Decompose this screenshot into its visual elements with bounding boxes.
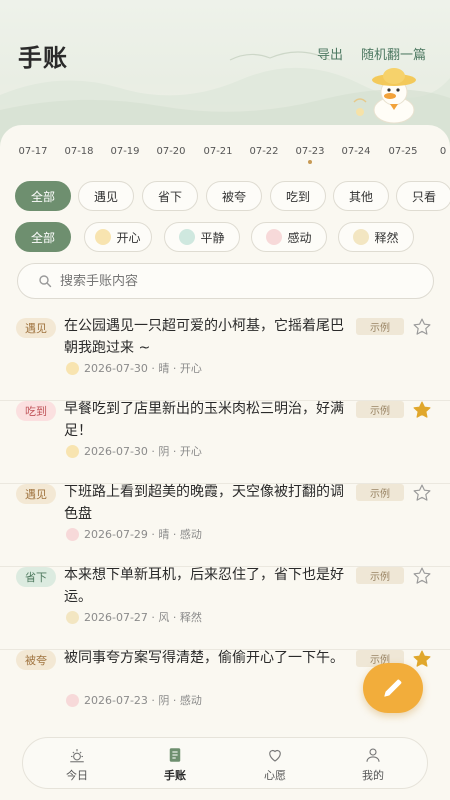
date-item[interactable]: 07-21 <box>195 146 241 157</box>
entry-text: 本来想下单新耳机，后来忍住了，省下也是好运。 <box>64 567 344 605</box>
example-badge: 示例 <box>356 567 404 584</box>
journal-entry[interactable]: 吃到 早餐吃到了店里新出的玉米肉松三明治，好满足！ 2026-07-30 · 阴… <box>0 401 450 484</box>
example-badge: 示例 <box>356 318 404 335</box>
entry-text: 下班路上看到超美的晚霞，天空像被打翻的调色盘 <box>64 484 344 522</box>
page-title: 手账 <box>18 44 68 72</box>
mood-chip-calm[interactable]: 平静 <box>164 222 240 252</box>
journal-entry[interactable]: 遇见 下班路上看到超美的晚霞，天空像被打翻的调色盘 2026-07-29 · 晴… <box>0 484 450 567</box>
category-chip-all[interactable]: 全部 <box>15 181 71 211</box>
relieved-face-icon <box>66 610 79 624</box>
category-chip[interactable]: 遇见 <box>78 181 134 211</box>
date-item-selected[interactable]: 07-23 <box>287 146 333 157</box>
category-filter-row: 全部 遇见 省下 被夸 吃到 其他 只看 <box>0 181 450 213</box>
category-chip[interactable]: 其他 <box>333 181 389 211</box>
entry-meta-text: 2026-07-27 · 风 · 释然 <box>84 611 202 624</box>
notebook-icon <box>169 747 181 762</box>
sun-icon <box>70 748 84 762</box>
selected-date-indicator <box>308 160 312 164</box>
example-badge: 示例 <box>356 484 404 501</box>
export-button[interactable]: 导出 <box>317 44 343 63</box>
entry-tag: 遇见 <box>16 484 56 504</box>
example-badge: 示例 <box>356 401 404 418</box>
tab-label: 心愿 <box>264 768 286 782</box>
entry-meta-text: 2026-07-23 · 阴 · 感动 <box>84 694 202 707</box>
entry-meta-text: 2026-07-30 · 晴 · 开心 <box>84 362 202 375</box>
random-entry-button[interactable]: 随机翻一篇 <box>361 44 426 63</box>
tab-profile[interactable]: 我的 <box>333 738 413 790</box>
new-entry-button[interactable] <box>363 663 423 713</box>
entry-tag: 省下 <box>16 567 56 587</box>
star-filled-icon[interactable] <box>412 400 432 420</box>
tab-wishes[interactable]: 心愿 <box>235 738 315 790</box>
heart-icon <box>269 749 281 762</box>
journal-entry[interactable]: 遇见 在公园遇见一只超可爱的小柯基，它摇着尾巴朝我跑过来 ~ 2026-07-3… <box>0 318 450 401</box>
mood-chip-relieved[interactable]: 释然 <box>338 222 414 252</box>
touched-face-icon <box>266 229 283 245</box>
tab-label: 手账 <box>164 768 186 782</box>
category-chip[interactable]: 被夸 <box>206 181 262 211</box>
happy-face-icon <box>66 444 79 458</box>
happy-face-icon <box>95 229 112 245</box>
date-item[interactable]: 0 <box>420 146 450 157</box>
date-strip: 07-17 07-18 07-19 07-20 07-21 07-22 07-2… <box>0 146 450 166</box>
entry-tag: 遇见 <box>16 318 56 338</box>
pencil-icon <box>384 679 402 697</box>
duck-mascot-illustration <box>353 68 416 124</box>
entry-meta: 2026-07-29 · 晴 · 感动 <box>66 526 202 542</box>
journal-entry[interactable]: 省下 本来想下单新耳机，后来忍住了，省下也是好运。 2026-07-27 · 风… <box>0 567 450 650</box>
date-item[interactable]: 07-17 <box>10 146 56 157</box>
touched-face-icon <box>66 527 79 541</box>
mood-filter-row: 全部 开心 平静 感动 释然 <box>0 222 450 254</box>
mood-chip-label: 释然 <box>374 230 399 245</box>
tab-label: 我的 <box>362 768 384 782</box>
star-filled-icon[interactable] <box>412 649 432 669</box>
category-chip[interactable]: 吃到 <box>270 181 326 211</box>
user-icon <box>366 747 380 762</box>
tab-today[interactable]: 今日 <box>37 738 117 790</box>
mood-chip-label: 感动 <box>287 230 312 245</box>
relieved-face-icon <box>353 229 370 245</box>
mood-chip-label: 开心 <box>116 230 141 245</box>
entry-tag: 吃到 <box>16 401 56 421</box>
date-item[interactable]: 07-18 <box>56 146 102 157</box>
touched-face-icon <box>66 693 79 707</box>
tab-label: 今日 <box>66 768 88 782</box>
tab-journal[interactable]: 手账 <box>135 738 215 790</box>
happy-face-icon <box>66 361 79 375</box>
mood-chip-touched[interactable]: 感动 <box>251 222 327 252</box>
entry-tag: 被夸 <box>16 650 56 670</box>
mood-chip-happy[interactable]: 开心 <box>84 222 152 252</box>
bottom-tab-bar: 今日 手账 心愿 我的 <box>22 737 428 789</box>
calm-face-icon <box>179 229 196 245</box>
entry-meta: 2026-07-30 · 阴 · 开心 <box>66 443 202 459</box>
entry-meta: 2026-07-30 · 晴 · 开心 <box>66 360 202 376</box>
category-chip[interactable]: 只看 <box>396 181 450 211</box>
entry-meta-text: 2026-07-29 · 晴 · 感动 <box>84 528 202 541</box>
entry-meta: 2026-07-27 · 风 · 释然 <box>66 609 202 625</box>
mood-chip-label: 全部 <box>30 230 55 245</box>
mood-chip-all[interactable]: 全部 <box>15 222 71 252</box>
date-item[interactable]: 07-20 <box>148 146 194 157</box>
entry-text: 被同事夸方案写得清楚，偷偷开心了一下午。 <box>64 650 344 666</box>
search-input[interactable] <box>60 273 390 289</box>
search-icon <box>39 275 52 288</box>
star-outline-icon[interactable] <box>412 566 432 586</box>
entry-text: 在公园遇见一只超可爱的小柯基，它摇着尾巴朝我跑过来 ~ <box>64 318 344 356</box>
date-item[interactable]: 07-22 <box>241 146 287 157</box>
category-chip[interactable]: 省下 <box>142 181 198 211</box>
star-outline-icon[interactable] <box>412 483 432 503</box>
star-outline-icon[interactable] <box>412 317 432 337</box>
entry-meta-text: 2026-07-30 · 阴 · 开心 <box>84 445 202 458</box>
mood-chip-label: 平静 <box>200 230 225 245</box>
date-item[interactable]: 07-24 <box>333 146 379 157</box>
entry-meta: 2026-07-23 · 阴 · 感动 <box>66 692 202 708</box>
entry-text: 早餐吃到了店里新出的玉米肉松三明治，好满足！ <box>64 401 344 439</box>
search-bar[interactable] <box>17 263 434 299</box>
date-item[interactable]: 07-19 <box>102 146 148 157</box>
